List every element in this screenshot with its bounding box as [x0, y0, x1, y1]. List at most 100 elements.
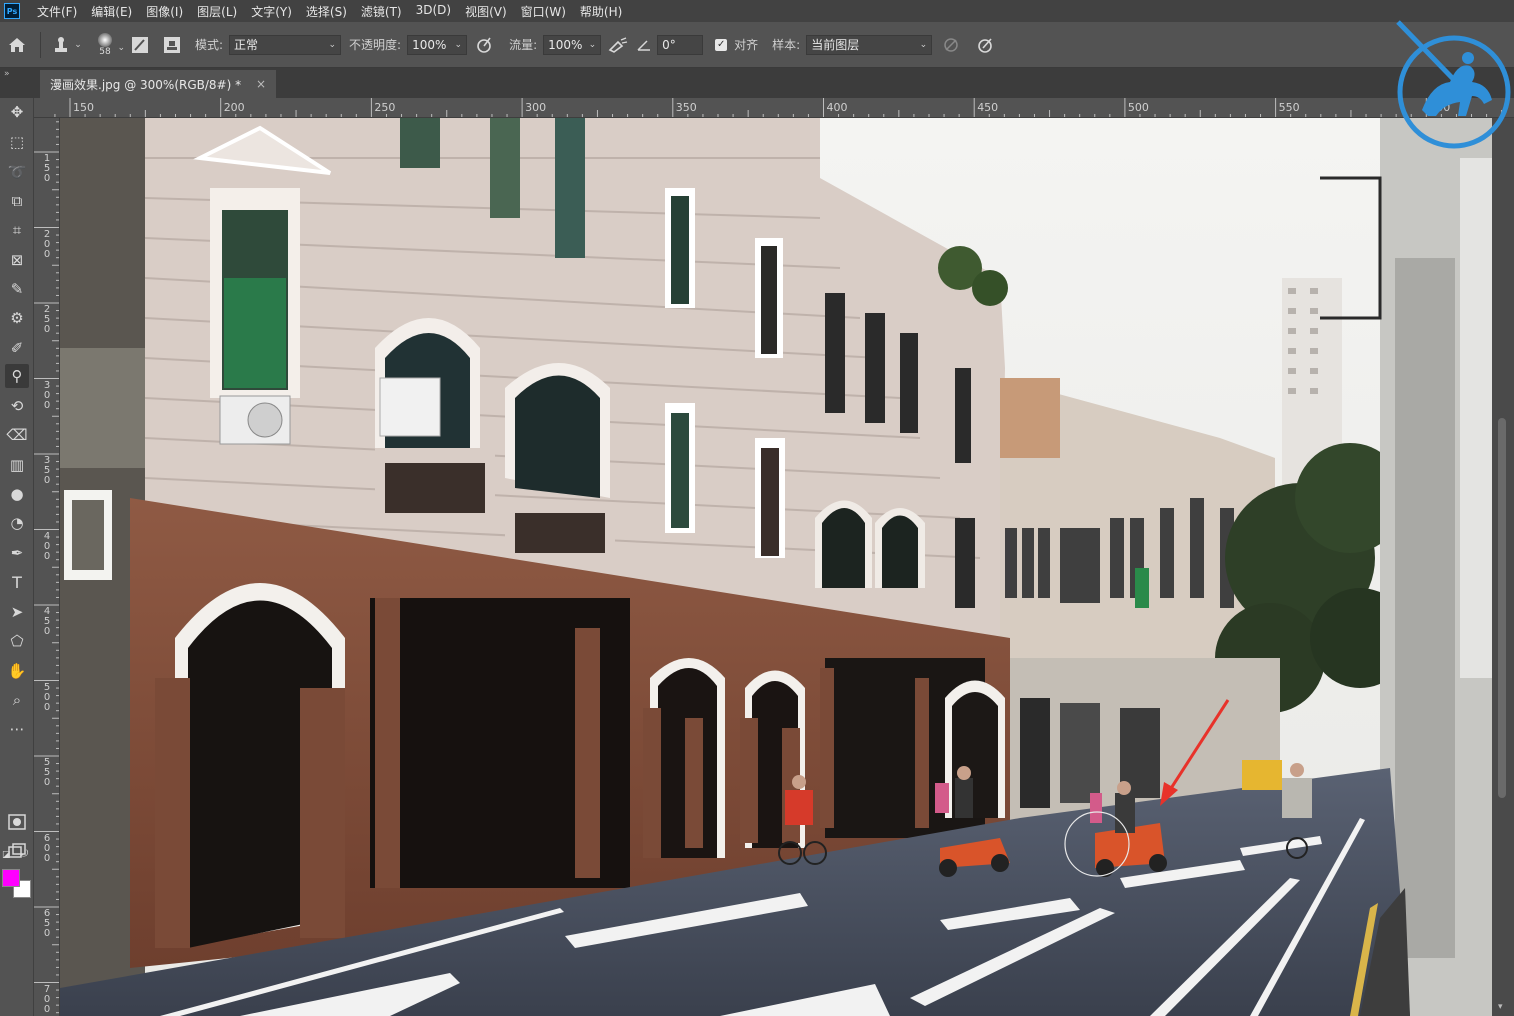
sample-dropdown[interactable]: 当前图层 ⌄	[806, 34, 933, 55]
ruler-label: 250	[43, 304, 51, 335]
path-select-tool-icon[interactable]: ➤	[5, 600, 29, 624]
menu-item[interactable]: 视图(V)	[458, 3, 514, 20]
crop-tool-icon[interactable]: ⌗	[5, 218, 29, 242]
history-brush-tool-icon[interactable]: ⟲	[5, 394, 29, 418]
scrollbar-thumb[interactable]	[1498, 418, 1506, 798]
menu-item[interactable]: 编辑(E)	[84, 3, 139, 20]
quick-mask-icon[interactable]	[5, 810, 29, 834]
brush-preset-picker[interactable]: 58 ⌄	[87, 32, 125, 57]
chevron-down-icon: ⌄	[588, 39, 597, 50]
close-tab-icon[interactable]: ×	[256, 77, 266, 91]
healing-brush-tool-icon[interactable]: ⚙	[5, 306, 29, 330]
move-tool-icon[interactable]: ✥	[5, 100, 29, 124]
ruler-label: 400	[826, 101, 848, 114]
pressure-size-icon[interactable]	[970, 36, 1000, 54]
eyedropper-tool-icon[interactable]: ✎	[5, 277, 29, 301]
scroll-down-icon[interactable]: ▾	[1498, 1002, 1503, 1012]
vertical-ruler[interactable]: 150 200 250 300 350 400 450 500 550 600 650 700	[34, 118, 60, 1016]
ruler-label: 550	[1278, 101, 1300, 114]
angle-icon	[635, 38, 653, 52]
ignore-adjustment-layers-icon[interactable]	[932, 37, 970, 53]
ruler-label: 150	[43, 153, 51, 184]
shape-tool-icon[interactable]: ⬠	[5, 629, 29, 653]
toggle-clone-source-icon[interactable]	[157, 36, 187, 54]
zoom-tool-icon[interactable]: ⌕	[5, 688, 29, 712]
ruler-label: 200	[43, 228, 51, 260]
screen-mode-icon[interactable]	[5, 839, 29, 863]
type-tool-icon[interactable]: T	[5, 570, 29, 594]
soft-brush-icon	[98, 32, 112, 47]
document-title: 漫画效果.jpg @ 300%(RGB/8#) *	[50, 77, 242, 92]
photoshop-logo-icon[interactable]: Ps	[4, 3, 20, 19]
ruler-label: 450	[977, 101, 999, 114]
separator	[40, 31, 41, 58]
options-bar: ⌄ 58 ⌄ 模式: 正常 ⌄ 不透明度: 100% ⌄ 流量: 100% ⌄ …	[0, 22, 1514, 68]
ruler-label: 700	[43, 983, 51, 1015]
flow-label: 流量:	[509, 38, 538, 52]
opacity-value: 100%	[412, 37, 447, 52]
opacity-label: 不透明度:	[349, 38, 402, 52]
menu-item[interactable]: 滤镜(T)	[354, 3, 409, 20]
clone-stamp-tool-icon[interactable]: ⚲	[5, 364, 29, 388]
align-label: 对齐	[734, 38, 759, 52]
flow-value: 100%	[548, 37, 583, 52]
more-tools-icon[interactable]: ⋯	[5, 717, 29, 741]
knight-watermark-logo-icon	[1396, 20, 1511, 149]
ruler-label: 200	[223, 101, 245, 114]
ruler-label: 300	[525, 101, 547, 114]
document-tab[interactable]: 漫画效果.jpg @ 300%(RGB/8#) * ×	[40, 70, 276, 98]
clone-stamp-preset-icon[interactable]: ⌄	[47, 36, 87, 54]
mode-value: 正常	[234, 38, 259, 52]
tools-panel: ✥ ⬚ ➰ ⧉ ⌗ ⊠ ✎ ⚙ ✐ ⚲ ⟲ ⌫ ▥ ● ◔ ✒ T ➤ ⬠ ✋ ⌕ ⋯ ◪ ⤾	[0, 98, 34, 1016]
sample-label: 样本:	[772, 38, 801, 52]
vertical-scrollbar[interactable]: ▾	[1492, 118, 1514, 1016]
ruler-label: 300	[43, 379, 51, 411]
frame-tool-icon[interactable]: ⊠	[5, 248, 29, 272]
home-icon[interactable]	[0, 37, 34, 53]
ruler-label: 550	[43, 757, 51, 788]
ruler-label: 600	[43, 832, 51, 864]
eraser-tool-icon[interactable]: ⌫	[5, 423, 29, 447]
pen-tool-icon[interactable]: ✒	[5, 541, 29, 565]
menu-item[interactable]: 帮助(H)	[573, 3, 629, 20]
sample-value: 当前图层	[811, 38, 860, 52]
foreground-color-swatch[interactable]	[2, 869, 20, 887]
toggle-brush-settings-icon[interactable]	[123, 36, 157, 54]
mode-dropdown[interactable]: 正常 ⌄	[229, 34, 342, 55]
brush-tool-icon[interactable]: ✐	[5, 336, 29, 360]
angle-value: 0°	[662, 37, 676, 52]
menu-bar: Ps 文件(F) 编辑(E) 图像(I) 图层(L) 文字(Y) 选择(S) 滤镜(T) 3D…	[0, 0, 1514, 22]
object-select-tool-icon[interactable]: ⧉	[5, 189, 29, 213]
marquee-tool-icon[interactable]: ⬚	[5, 130, 29, 154]
menu-item[interactable]: 图层(L)	[190, 3, 244, 20]
document-canvas[interactable]	[60, 118, 1492, 1016]
opacity-input[interactable]: 100% ⌄	[407, 34, 468, 55]
horizontal-ruler[interactable]: 1502002503003504004505005506006507007508…	[34, 98, 1514, 118]
menu-item[interactable]: 选择(S)	[299, 3, 354, 20]
menu-item[interactable]: 文字(Y)	[244, 3, 299, 20]
collapse-panel-icon[interactable]: »	[4, 69, 10, 79]
pressure-opacity-icon[interactable]	[467, 36, 501, 54]
ruler-label: 350	[675, 101, 697, 114]
ruler-label: 450	[43, 606, 51, 637]
flow-input[interactable]: 100% ⌄	[543, 34, 602, 55]
ruler-label: 500	[1127, 101, 1149, 114]
angle-input[interactable]: 0°	[657, 34, 704, 55]
hand-tool-icon[interactable]: ✋	[5, 659, 29, 683]
ruler-label: 250	[374, 101, 396, 114]
ruler-label: 500	[43, 681, 51, 713]
blur-tool-icon[interactable]: ●	[5, 482, 29, 506]
align-checkbox[interactable]: ✓	[715, 38, 728, 51]
menu-item[interactable]: 图像(I)	[139, 3, 190, 20]
gradient-tool-icon[interactable]: ▥	[5, 453, 29, 477]
menu-item[interactable]: 3D(D)	[409, 3, 458, 20]
airbrush-icon[interactable]	[601, 36, 635, 54]
menu-item[interactable]: 窗口(W)	[514, 3, 573, 20]
brush-size-value: 58	[99, 46, 111, 57]
chevron-down-icon: ⌄	[328, 39, 337, 50]
lasso-tool-icon[interactable]: ➰	[5, 160, 29, 184]
menu-item[interactable]: 文件(F)	[30, 3, 84, 20]
chevron-down-icon: ⌄	[74, 39, 82, 50]
dodge-tool-icon[interactable]: ◔	[5, 511, 29, 535]
document-tab-bar: » 漫画效果.jpg @ 300%(RGB/8#) * ×	[0, 68, 1514, 98]
